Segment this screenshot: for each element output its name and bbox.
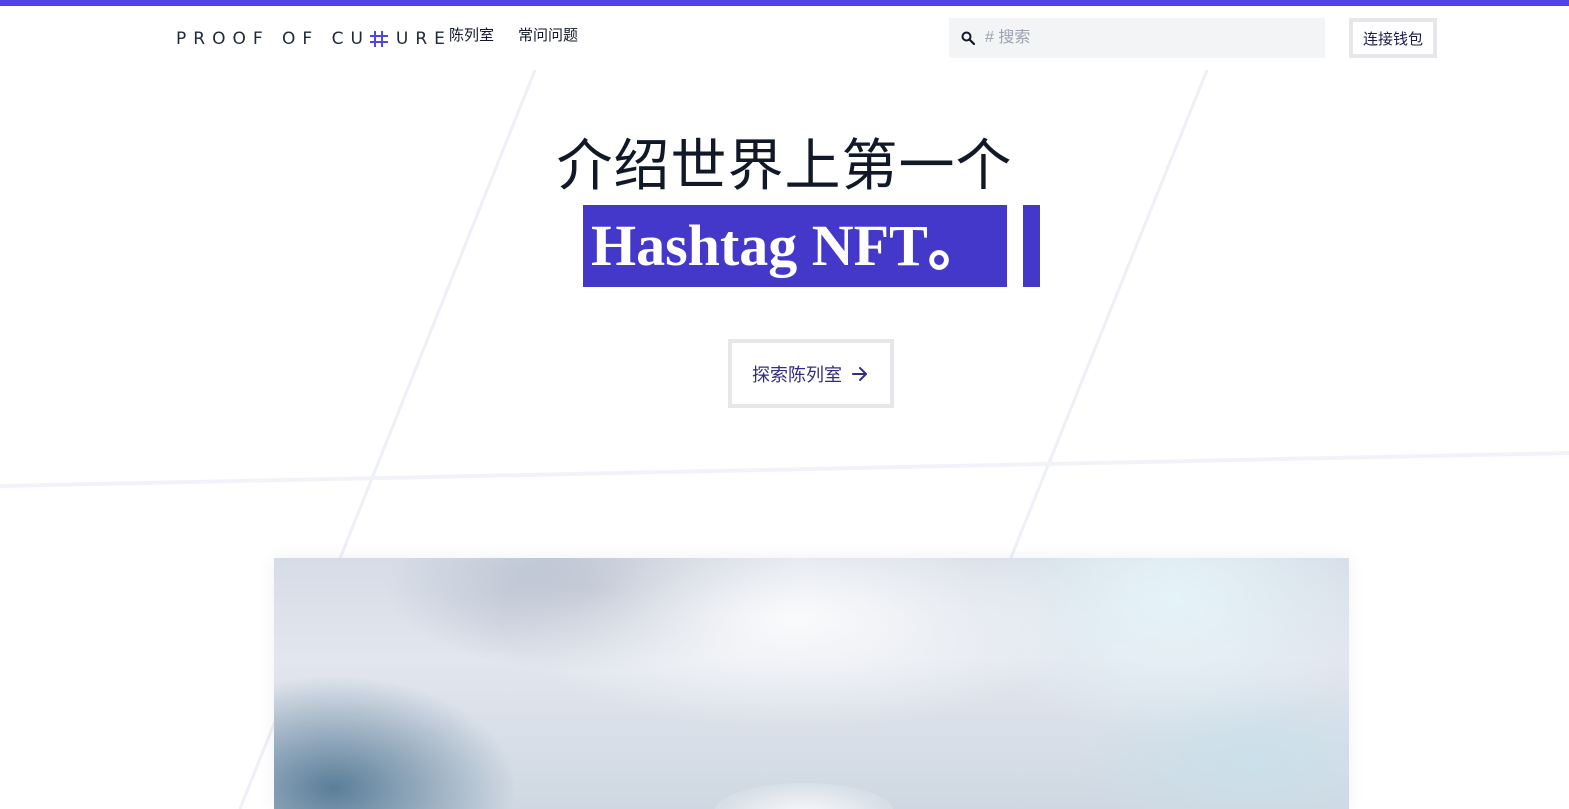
search-input[interactable] [985,29,1305,47]
hero-title: 介绍世界上第一个 [556,134,1013,199]
nav-item-gallery[interactable]: 陈列室 [449,26,494,46]
featured-nft-image[interactable] [274,558,1349,809]
search-box [949,18,1325,58]
search-icon [961,31,975,45]
hashtag-logo-icon [369,31,388,47]
image-wave-highlight [714,783,894,809]
arrow-right-icon [852,366,867,381]
explore-gallery-button[interactable]: 探索陈列室 [728,339,894,408]
proof-of-culture-logo[interactable]: PROOF OF CU URE [176,30,452,48]
connect-wallet-button[interactable]: 连接钱包 [1349,18,1437,58]
site-header: PROOF OF CU URE 陈列室 常问问题 连接钱包 [0,6,1569,70]
logo-text-right: URE [395,29,452,49]
explore-gallery-label: 探索陈列室 [752,364,842,385]
nav-item-faq[interactable]: 常问问题 [518,26,578,46]
main-nav: 陈列室 常问问题 [449,26,578,46]
hero-highlight-text: Hashtag NFT。 [591,213,986,278]
typing-cursor [1023,205,1040,287]
logo-text-left: PROOF OF CU [176,29,370,49]
